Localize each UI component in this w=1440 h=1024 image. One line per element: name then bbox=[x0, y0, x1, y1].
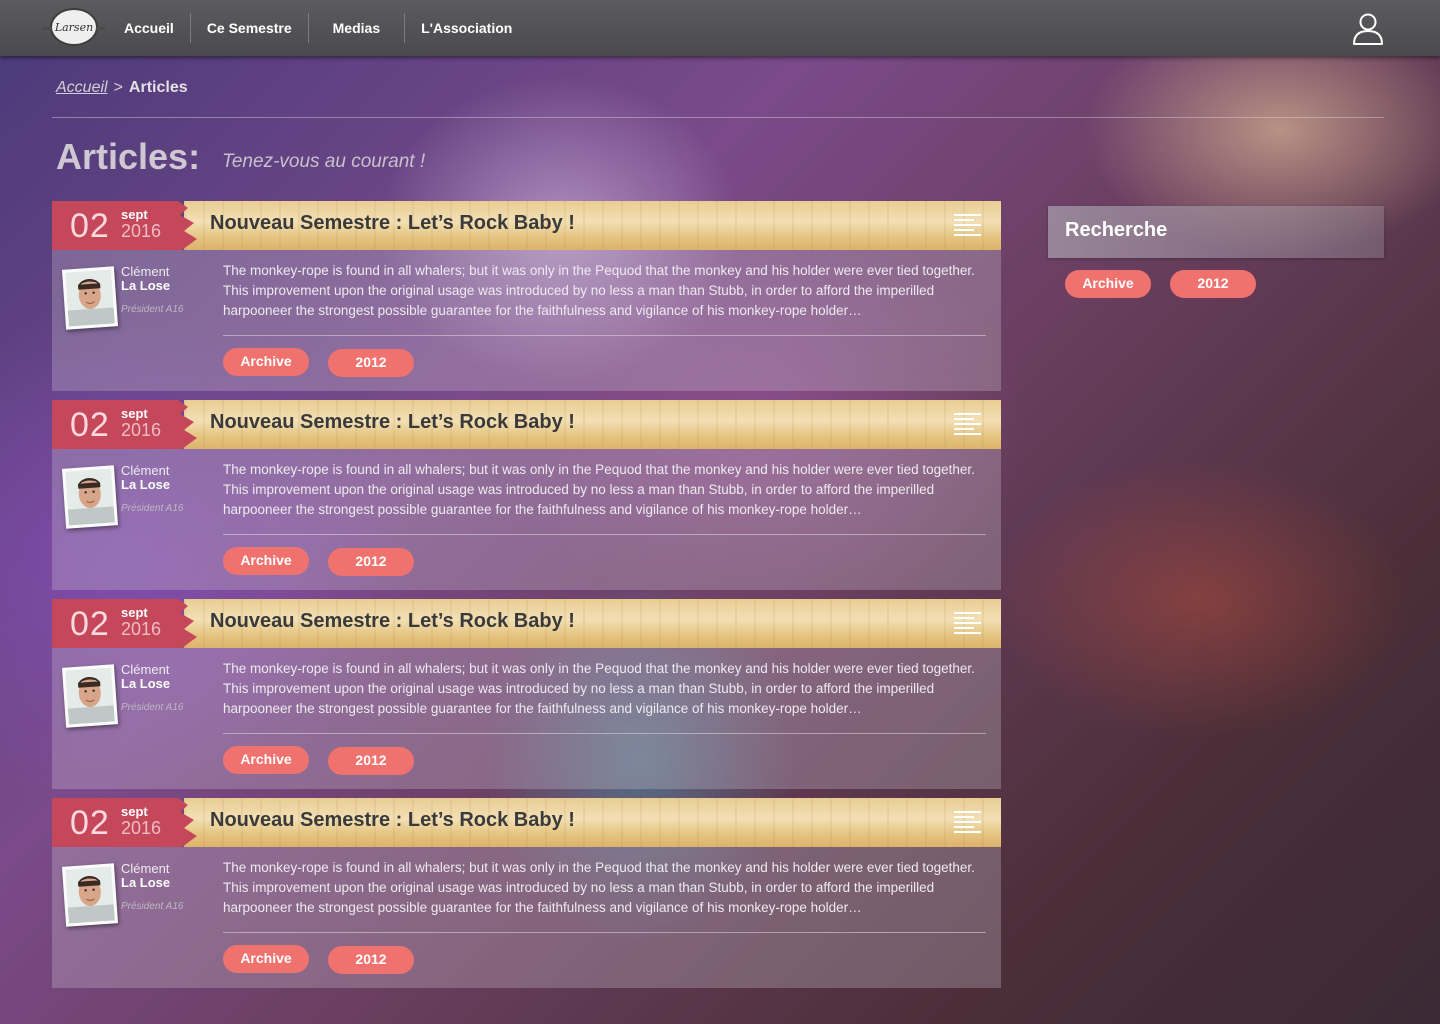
article-body: Clément La Lose Président A16 The monkey… bbox=[52, 648, 1001, 789]
excerpt-divider bbox=[223, 534, 986, 535]
article-title[interactable]: Nouveau Semestre : Let’s Rock Baby ! bbox=[210, 411, 575, 434]
author-last-name: La Lose bbox=[121, 477, 171, 492]
author-first-name: Clément bbox=[121, 264, 170, 279]
tag-2012[interactable]: 2012 bbox=[328, 349, 414, 377]
article-year: 2016 bbox=[121, 221, 162, 241]
article-month: sept bbox=[121, 804, 148, 819]
article-title[interactable]: Nouveau Semestre : Let’s Rock Baby ! bbox=[210, 212, 575, 235]
author-last-name: La Lose bbox=[121, 875, 171, 890]
sidebar-title: Recherche bbox=[1065, 219, 1168, 241]
article-header: 02 sept 2016 Nouveau Semestre : Let’s Ro… bbox=[52, 599, 1001, 648]
sidebar-tag-2012[interactable]: 2012 bbox=[1170, 270, 1256, 298]
nav-item-ce-semestre[interactable]: Ce Semestre bbox=[189, 13, 308, 43]
article-day: 02 bbox=[70, 207, 110, 245]
tag-archive[interactable]: Archive bbox=[223, 547, 309, 575]
article-card: 02 sept 2016 Nouveau Semestre : Let’s Ro… bbox=[52, 599, 1001, 789]
article-card: 02 sept 2016 Nouveau Semestre : Let’s Ro… bbox=[52, 201, 1001, 391]
date-flag: 02 sept 2016 bbox=[52, 400, 197, 449]
author-last-name: La Lose bbox=[121, 278, 171, 293]
excerpt-divider bbox=[223, 733, 986, 734]
article-excerpt: The monkey-rope is found in all whalers;… bbox=[223, 462, 975, 517]
article-year: 2016 bbox=[121, 420, 162, 440]
search-sidebar: Recherche Archive 2012 bbox=[1048, 206, 1384, 298]
breadcrumb-separator: > bbox=[113, 79, 123, 96]
tag-archive[interactable]: Archive bbox=[223, 348, 309, 376]
author-avatar bbox=[61, 266, 119, 330]
page-subtitle: Tenez-vous au courant ! bbox=[222, 151, 426, 172]
tag-2012[interactable]: 2012 bbox=[328, 548, 414, 576]
date-flag: 02 sept 2016 bbox=[52, 798, 197, 847]
article-day: 02 bbox=[70, 406, 110, 444]
article-header: 02 sept 2016 Nouveau Semestre : Let’s Ro… bbox=[52, 400, 1001, 449]
author-first-name: Clément bbox=[121, 861, 170, 876]
author-first-name: Clément bbox=[121, 463, 170, 478]
user-icon[interactable] bbox=[1352, 12, 1384, 46]
article-title[interactable]: Nouveau Semestre : Let’s Rock Baby ! bbox=[210, 610, 575, 633]
article-excerpt: The monkey-rope is found in all whalers;… bbox=[223, 860, 975, 915]
logo-text: Larsen bbox=[54, 20, 94, 34]
tag-archive[interactable]: Archive bbox=[223, 746, 309, 774]
author-role: Président A16 bbox=[121, 702, 184, 713]
tag-archive[interactable]: Archive bbox=[223, 945, 309, 973]
text-align-icon[interactable] bbox=[954, 213, 982, 239]
author-avatar bbox=[61, 664, 119, 728]
nav-item-association[interactable]: L'Association bbox=[404, 13, 528, 43]
sidebar-tag-archive[interactable]: Archive bbox=[1065, 270, 1151, 298]
author-avatar bbox=[61, 465, 119, 529]
nav-item-accueil[interactable]: Accueil bbox=[108, 13, 190, 43]
author-role: Président A16 bbox=[121, 901, 184, 912]
article-header: 02 sept 2016 Nouveau Semestre : Let’s Ro… bbox=[52, 798, 1001, 847]
article-day: 02 bbox=[70, 804, 110, 842]
main-nav: Accueil Ce Semestre Medias L'Association bbox=[108, 0, 528, 56]
text-align-icon[interactable] bbox=[954, 810, 982, 836]
breadcrumb-current: Articles bbox=[128, 79, 188, 96]
article-title[interactable]: Nouveau Semestre : Let’s Rock Baby ! bbox=[210, 809, 575, 832]
author-avatar bbox=[61, 863, 119, 927]
article-body: Clément La Lose Président A16 The monkey… bbox=[52, 250, 1001, 391]
author-role: Président A16 bbox=[121, 304, 184, 315]
author-first-name: Clément bbox=[121, 662, 170, 677]
article-header: 02 sept 2016 Nouveau Semestre : Let’s Ro… bbox=[52, 201, 1001, 250]
article-body: Clément La Lose Président A16 The monkey… bbox=[52, 449, 1001, 590]
text-align-icon[interactable] bbox=[954, 611, 982, 637]
article-body: Clément La Lose Président A16 The monkey… bbox=[52, 847, 1001, 988]
tag-2012[interactable]: 2012 bbox=[328, 946, 414, 974]
date-flag: 02 sept 2016 bbox=[52, 201, 197, 250]
article-year: 2016 bbox=[121, 619, 162, 639]
article-year: 2016 bbox=[121, 818, 162, 838]
breadcrumb: Accueil > Articles bbox=[56, 79, 188, 97]
article-day: 02 bbox=[70, 605, 110, 643]
page-title: Articles: bbox=[56, 136, 201, 177]
article-month: sept bbox=[121, 207, 148, 222]
header-divider bbox=[52, 117, 1384, 118]
article-excerpt: The monkey-rope is found in all whalers;… bbox=[223, 263, 975, 318]
article-list: 02 sept 2016 Nouveau Semestre : Let’s Ro… bbox=[52, 201, 1001, 997]
breadcrumb-home-link[interactable]: Accueil bbox=[56, 79, 108, 96]
tag-2012[interactable]: 2012 bbox=[328, 747, 414, 775]
nav-item-medias[interactable]: Medias bbox=[307, 13, 404, 43]
article-month: sept bbox=[121, 605, 148, 620]
article-card: 02 sept 2016 Nouveau Semestre : Let’s Ro… bbox=[52, 400, 1001, 590]
author-role: Président A16 bbox=[121, 503, 184, 514]
article-excerpt: The monkey-rope is found in all whalers;… bbox=[223, 661, 975, 716]
larsen-logo[interactable]: Larsen bbox=[43, 8, 105, 46]
excerpt-divider bbox=[223, 335, 986, 336]
article-card: 02 sept 2016 Nouveau Semestre : Let’s Ro… bbox=[52, 798, 1001, 988]
excerpt-divider bbox=[223, 932, 986, 933]
date-flag: 02 sept 2016 bbox=[52, 599, 197, 648]
text-align-icon[interactable] bbox=[954, 412, 982, 438]
author-last-name: La Lose bbox=[121, 676, 171, 691]
article-month: sept bbox=[121, 406, 148, 421]
top-navigation-bar: Larsen Accueil Ce Semestre Medias L'Asso… bbox=[0, 0, 1440, 56]
sidebar-header: Recherche bbox=[1048, 206, 1384, 258]
